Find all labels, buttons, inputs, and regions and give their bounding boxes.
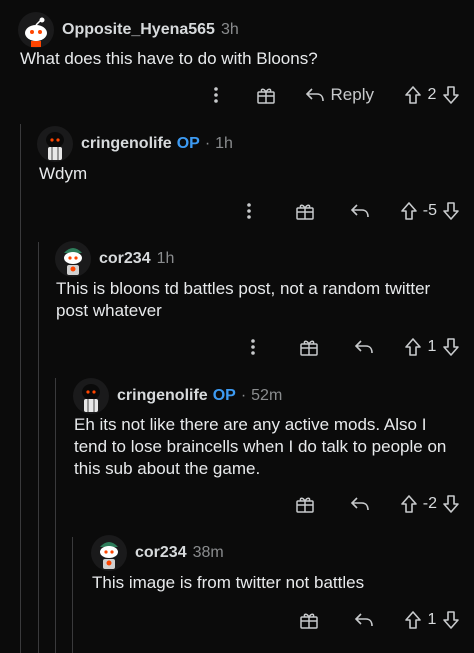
comment-actions: 1 xyxy=(272,606,460,634)
op-badge: OP xyxy=(212,387,236,404)
reply-label: Reply xyxy=(330,85,374,104)
username[interactable]: cringenolife xyxy=(117,387,208,405)
avatar[interactable] xyxy=(55,241,91,277)
separator-dot: · xyxy=(204,135,211,152)
downvote-arrow-icon[interactable] xyxy=(442,494,460,514)
award-icon[interactable] xyxy=(292,494,318,514)
snoo-avatar-icon xyxy=(91,535,127,571)
timestamp: 3h xyxy=(220,21,239,38)
username[interactable]: cringenolife xyxy=(81,135,172,153)
username[interactable]: cor234 xyxy=(135,544,187,562)
snoo-avatar-icon xyxy=(55,241,91,277)
avatar[interactable] xyxy=(91,535,127,571)
downvote-arrow-icon[interactable] xyxy=(442,337,460,357)
username[interactable]: Opposite_Hyena565 xyxy=(62,21,215,39)
timestamp: 52m xyxy=(251,387,283,404)
reply-arrow-icon xyxy=(354,613,373,627)
comment-body: This image is from twitter not battles xyxy=(92,573,365,592)
thread-line[interactable] xyxy=(55,378,56,653)
comment-header: cringenolife OP · 1h xyxy=(37,126,233,162)
comment-header: cor234 1h xyxy=(55,241,174,277)
comment-actions: -2 xyxy=(268,490,460,518)
award-icon[interactable] xyxy=(296,610,322,630)
upvote-arrow-icon[interactable] xyxy=(400,494,418,514)
comment-body: Wdym xyxy=(39,164,88,183)
reply-arrow-icon xyxy=(350,497,369,511)
more-options-icon[interactable] xyxy=(236,202,262,220)
comment-body: What does this have to do with Bloons? xyxy=(20,49,318,68)
downvote-arrow-icon[interactable] xyxy=(442,610,460,630)
reply-button[interactable] xyxy=(354,612,374,628)
upvote-arrow-icon[interactable] xyxy=(400,201,418,221)
more-options-icon[interactable] xyxy=(240,338,266,356)
upvote-arrow-icon[interactable] xyxy=(404,85,422,105)
vote-score: -5 xyxy=(422,202,437,219)
timestamp: 1h xyxy=(156,250,175,267)
vote-score: 2 xyxy=(427,86,437,103)
upvote-arrow-icon[interactable] xyxy=(404,337,422,357)
award-icon[interactable] xyxy=(292,201,318,221)
award-icon[interactable] xyxy=(296,337,322,357)
reply-button[interactable]: Reply xyxy=(305,85,374,105)
username[interactable]: cor234 xyxy=(99,250,151,268)
vote-score: 1 xyxy=(427,611,437,628)
reply-button[interactable] xyxy=(350,496,370,512)
comment-actions: 1 xyxy=(240,333,460,361)
thread-line[interactable] xyxy=(20,124,21,653)
award-icon[interactable] xyxy=(253,85,279,105)
vote-score: -2 xyxy=(422,495,437,512)
comment-body: This is bloons td battles post, not a ra… xyxy=(56,279,431,320)
reply-button[interactable] xyxy=(350,203,370,219)
comment-actions: -5 xyxy=(236,197,460,225)
thread-line[interactable] xyxy=(38,242,39,653)
comment-thread: Opposite_Hyena565 3h What does this have… xyxy=(0,0,474,653)
separator-dot: · xyxy=(240,387,247,404)
avatar[interactable] xyxy=(73,378,109,414)
reply-arrow-icon xyxy=(305,88,324,102)
thread-line[interactable] xyxy=(72,537,73,653)
upvote-arrow-icon[interactable] xyxy=(404,610,422,630)
comment-header: Opposite_Hyena565 3h xyxy=(18,12,239,48)
snoo-avatar-icon xyxy=(73,378,109,414)
reply-arrow-icon xyxy=(350,204,369,218)
snoo-avatar-icon xyxy=(37,126,73,162)
downvote-arrow-icon[interactable] xyxy=(442,201,460,221)
comment-body: Eh its not like there are any active mod… xyxy=(74,415,447,478)
reply-button[interactable] xyxy=(354,339,374,355)
avatar[interactable] xyxy=(18,12,54,48)
comment-actions: Reply 2 xyxy=(203,81,460,109)
comment-header: cringenolife OP · 52m xyxy=(73,378,282,414)
op-badge: OP xyxy=(176,135,200,152)
reply-arrow-icon xyxy=(354,340,373,354)
snoo-avatar-icon xyxy=(18,12,54,48)
downvote-arrow-icon[interactable] xyxy=(442,85,460,105)
comment-header: cor234 38m xyxy=(91,535,224,571)
vote-score: 1 xyxy=(427,338,437,355)
avatar[interactable] xyxy=(37,126,73,162)
more-options-icon[interactable] xyxy=(203,86,229,104)
timestamp: 1h xyxy=(215,135,233,152)
timestamp: 38m xyxy=(192,544,224,561)
